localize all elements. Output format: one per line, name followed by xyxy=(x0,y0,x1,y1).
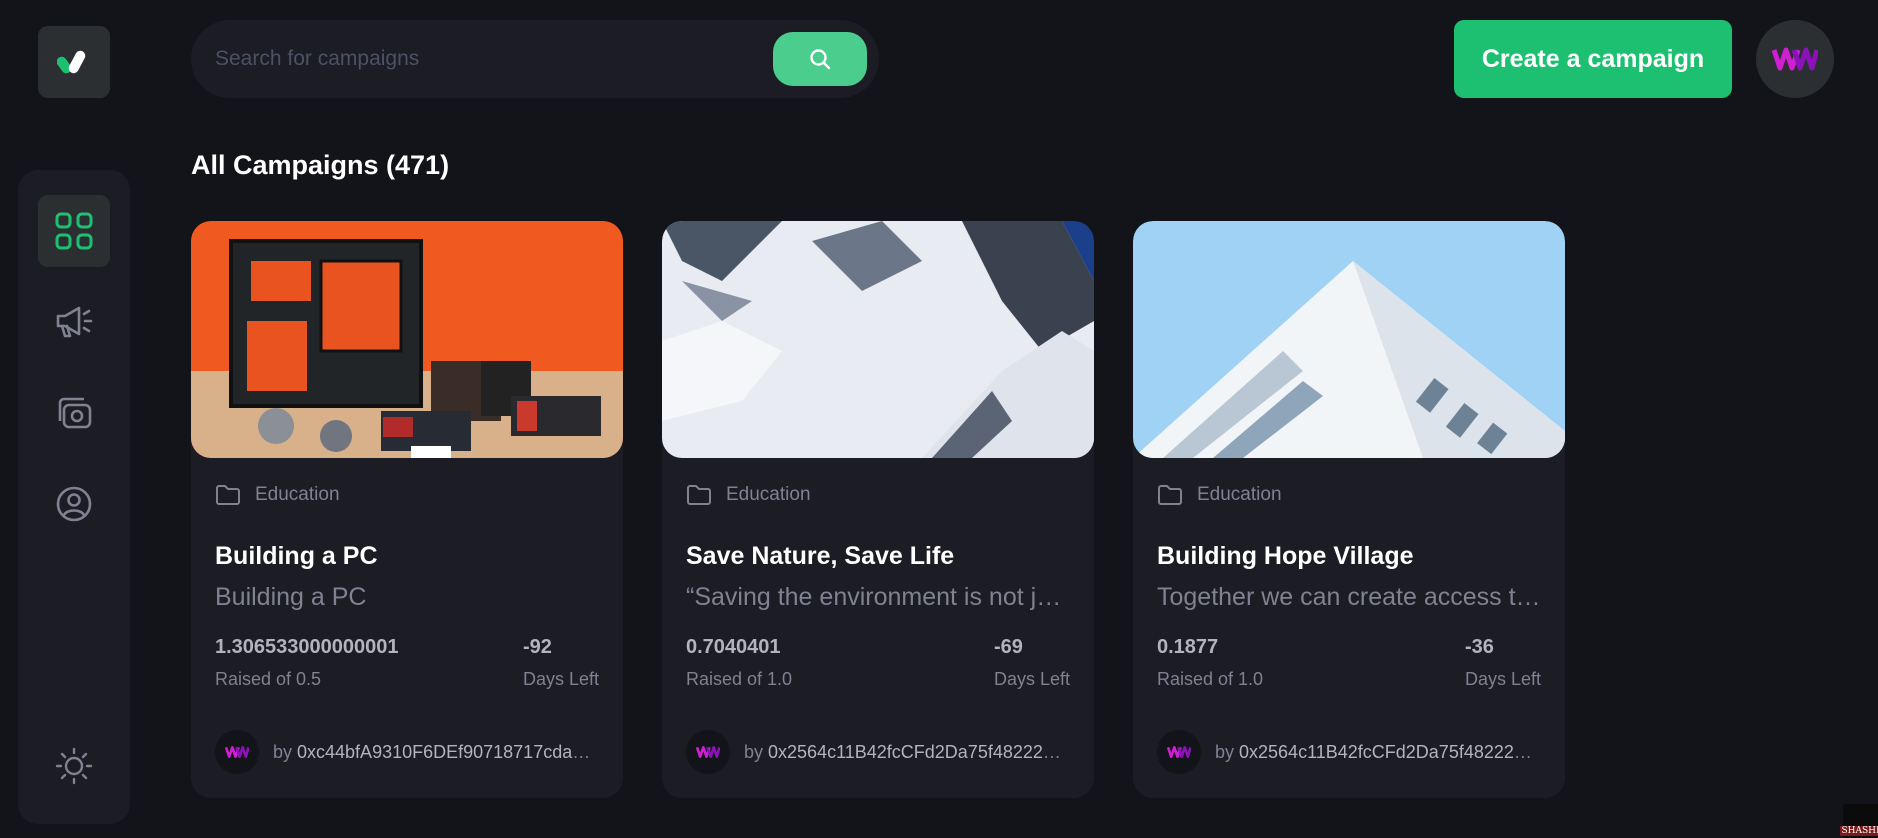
campaign-card[interactable]: Education Building Hope Village Together… xyxy=(1133,221,1565,798)
search-bar xyxy=(191,20,879,98)
sidebar xyxy=(18,170,130,824)
search-input[interactable] xyxy=(215,47,773,71)
days-left-value: -69 xyxy=(993,636,1023,658)
app-logo[interactable] xyxy=(38,26,110,98)
campaign-card[interactable]: Education Building a PC Building a PC 1.… xyxy=(191,221,623,798)
profile-icon xyxy=(56,486,92,522)
campaign-title: Save Nature, Save Life xyxy=(686,542,955,570)
search-icon xyxy=(810,49,831,70)
sun-icon xyxy=(55,747,93,785)
campaign-owner: by 0xc44bfA9310F6DEf90718717cda2ca1eBf5F… xyxy=(273,742,599,763)
page-title: All Campaigns (471) xyxy=(191,150,450,180)
brand-w-icon xyxy=(696,746,720,758)
megaphone-icon xyxy=(56,306,93,338)
owner-avatar xyxy=(215,730,259,774)
owner-prefix: by xyxy=(273,741,298,762)
search-button[interactable] xyxy=(773,32,867,86)
target-label: Raised of 1.0 xyxy=(686,669,793,689)
folder-icon xyxy=(687,485,711,505)
owner-avatar xyxy=(1157,730,1201,774)
campaign-category: Education xyxy=(1197,484,1282,505)
campaign-owner: by 0x2564c11B42fcCFd2Da75f482229cD1dcD5F… xyxy=(744,742,1070,763)
create-campaign-button[interactable]: Create a campaign xyxy=(1454,20,1732,98)
campaign-card[interactable]: Education Save Nature, Save Life “Saving… xyxy=(662,221,1094,798)
amount-raised: 0.7040401 xyxy=(686,636,781,658)
logo-icon xyxy=(57,50,86,74)
target-label: Raised of 0.5 xyxy=(215,669,322,689)
owner-address: 0x2564c11B42fcCFd2Da75f482229cD1dcD5F2 xyxy=(768,741,1070,762)
owner-avatar xyxy=(686,730,730,774)
campaign-image xyxy=(191,221,623,458)
watermark-text: SHASHI xyxy=(1840,826,1878,836)
corner-watermark: SHASHI xyxy=(1840,804,1878,838)
sidebar-item-dashboard[interactable] xyxy=(38,195,110,267)
campaign-owner: by 0x2564c11B42fcCFd2Da75f482229cD1dcD5F… xyxy=(1215,742,1541,763)
owner-address: 0xc44bfA9310F6DEf90718717cda2ca1eBf5F0C3… xyxy=(297,741,599,762)
camera-payment-icon xyxy=(58,397,92,429)
brand-w-icon xyxy=(225,746,249,758)
owner-address: 0x2564c11B42fcCFd2Da75f482229cD1dcD5F2 xyxy=(1239,741,1541,762)
campaign-image xyxy=(662,221,1094,458)
days-left-label: Days Left xyxy=(522,669,599,689)
amount-raised: 1.306533000000001 xyxy=(215,636,399,658)
amount-raised: 0.1877 xyxy=(1157,636,1219,658)
days-left-label: Days Left xyxy=(1464,669,1541,689)
owner-prefix: by xyxy=(1215,741,1240,762)
campaign-title: Building Hope Village xyxy=(1157,542,1414,570)
folder-icon xyxy=(1158,485,1182,505)
sidebar-item-profile[interactable] xyxy=(38,468,110,540)
owner-prefix: by xyxy=(744,741,769,762)
brand-w-icon xyxy=(1772,47,1818,71)
user-avatar[interactable] xyxy=(1756,20,1834,98)
sidebar-item-campaigns[interactable] xyxy=(38,286,110,358)
campaign-image xyxy=(1133,221,1565,458)
sidebar-item-payment[interactable] xyxy=(38,377,110,449)
days-left-value: -92 xyxy=(522,636,552,658)
campaign-description: Building a PC xyxy=(215,583,367,611)
campaign-category: Education xyxy=(726,484,811,505)
days-left-value: -36 xyxy=(1464,636,1494,658)
folder-icon xyxy=(216,485,240,505)
theme-toggle[interactable] xyxy=(38,730,110,802)
campaign-title: Building a PC xyxy=(215,542,378,570)
dashboard-grid-icon xyxy=(55,212,93,250)
campaign-description: “Saving the environment is not just a ch… xyxy=(686,583,1070,611)
campaign-category: Education xyxy=(255,484,340,505)
days-left-label: Days Left xyxy=(993,669,1070,689)
target-label: Raised of 1.0 xyxy=(1157,669,1264,689)
campaign-description: Together we can create access to educati… xyxy=(1157,583,1541,611)
brand-w-icon xyxy=(1167,746,1191,758)
